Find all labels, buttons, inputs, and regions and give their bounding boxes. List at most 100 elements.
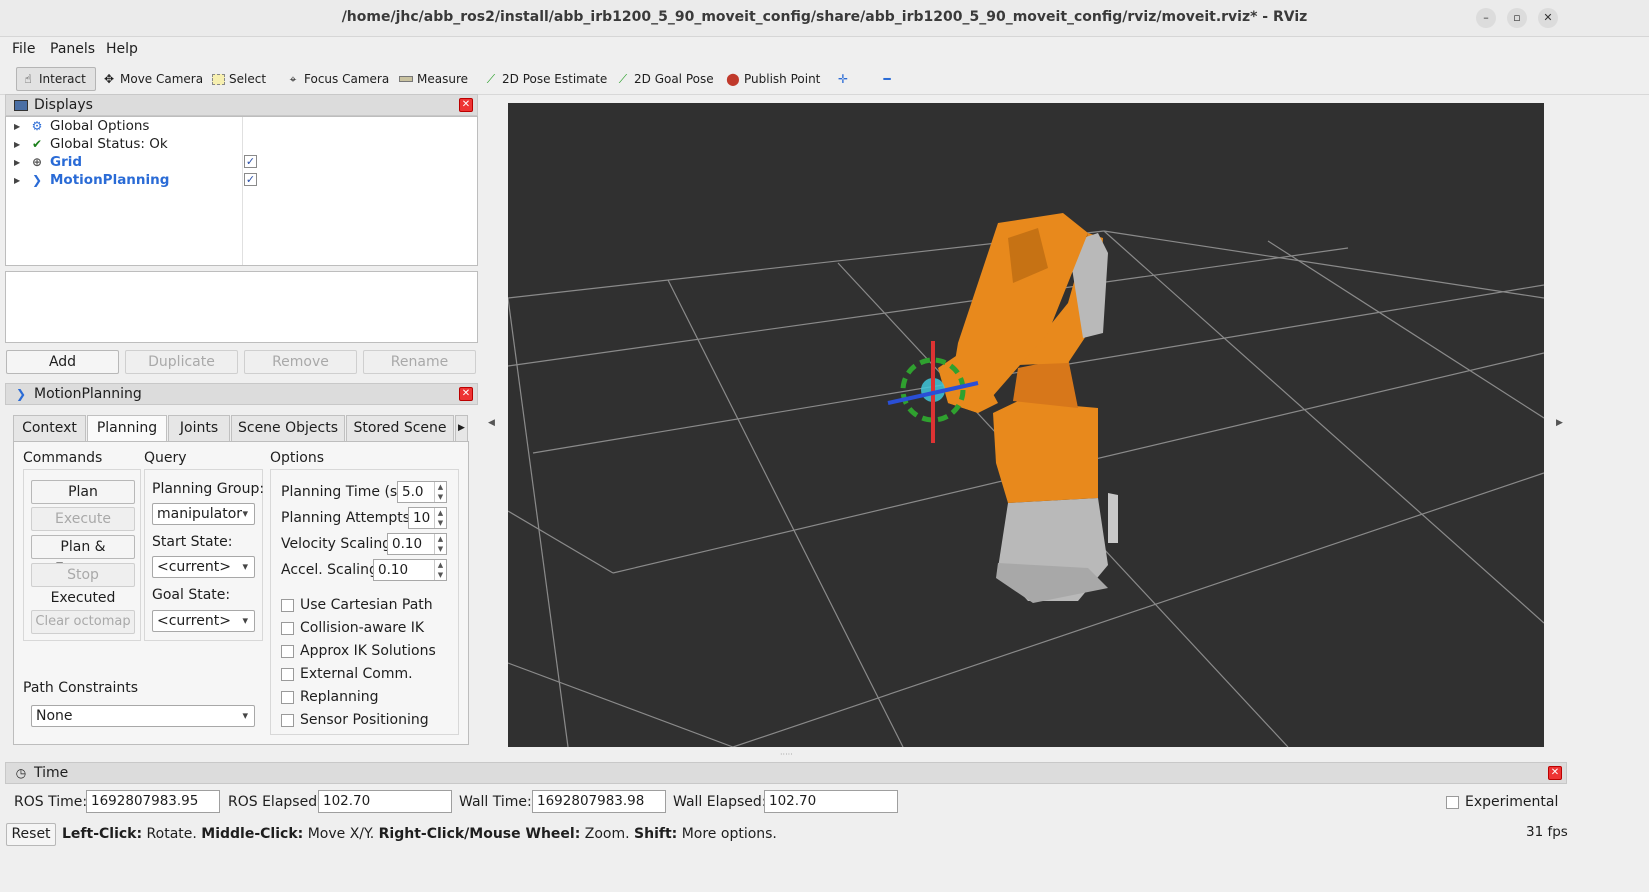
duplicate-display-button[interactable]: Duplicate [125,350,238,374]
maximize-button[interactable]: ▫ [1507,8,1527,28]
menu-file[interactable]: File [12,41,35,57]
spin-arrows-icon[interactable]: ▲ ▼ [434,482,446,502]
displays-panel-header: Displays ✕ [5,94,478,116]
checkbox-box[interactable] [1446,795,1459,809]
expand-arrow-icon[interactable]: ▶ [14,140,24,149]
wall-elapsed-label: Wall Elapsed: [673,794,767,810]
use-cartesian-path-checkbox[interactable]: Use Cartesian Path [281,596,433,614]
plan-execute-button[interactable]: Plan & Execute [31,535,135,577]
select-tool[interactable]: Select [208,67,270,91]
spin-arrows-icon[interactable]: ▲ ▼ [434,534,446,554]
wall-time-field[interactable]: 1692807983.98 [532,790,666,813]
planning-time-label: Planning Time (s): [281,484,408,500]
fps-counter: 31 fps [1526,824,1568,840]
tree-item-label: Grid [50,154,83,170]
menu-help[interactable]: Help [106,41,138,57]
checkbox-box[interactable] [281,690,294,704]
remove-tool-button[interactable]: ━ [876,67,898,91]
close-displays-icon[interactable]: ✕ [459,98,473,112]
move-camera-label: Move Camera [120,72,204,86]
tree-item-motionplanning[interactable]: ▶ ❯ MotionPlanning [14,171,169,189]
wall-elapsed-field[interactable]: 102.70 [764,790,898,813]
start-state-label: Start State: [152,534,233,550]
check-icon: ✔ [31,137,43,151]
tab-joints[interactable]: Joints [168,415,230,441]
checkbox-label: Use Cartesian Path [300,597,433,613]
tab-stored-scenes[interactable]: Stored Scene [346,415,454,441]
moveit-icon: ❯ [31,173,43,187]
plus-icon: ✛ [837,72,849,86]
tree-item-grid[interactable]: ▶ ⊕ Grid [14,153,82,171]
tree-item-global-status[interactable]: ▶ ✔ Global Status: Ok [14,135,168,153]
checkbox-box[interactable] [281,667,294,681]
path-constraints-select[interactable]: None [31,705,255,727]
start-state-select[interactable]: <current> [152,556,255,578]
stop-button[interactable]: Stop [31,563,135,587]
velocity-scaling-spinbox[interactable]: 0.10 ▲ ▼ [387,533,447,555]
hint-shift-key: Shift: [634,826,678,842]
sensor-positioning-checkbox[interactable]: Sensor Positioning [281,711,429,729]
add-tool-button[interactable]: ✛ [832,67,854,91]
menu-panels[interactable]: Panels [50,41,95,57]
close-motionplanning-icon[interactable]: ✕ [459,387,473,401]
planning-group-select[interactable]: manipulator [152,503,255,525]
planning-attempts-spinbox[interactable]: 10 ▲ ▼ [408,507,447,529]
accel-scaling-spinbox[interactable]: 0.10 ▲ ▼ [373,559,447,581]
plan-button[interactable]: Plan [31,480,135,504]
close-button[interactable]: ✕ [1538,8,1558,28]
chevron-right-icon: ▶ [458,423,465,433]
tree-item-label: Global Options [50,118,150,134]
remove-display-button[interactable]: Remove [244,350,357,374]
collision-aware-ik-checkbox[interactable]: Collision-aware IK [281,619,424,637]
checkbox-box[interactable] [281,644,294,658]
approx-ik-checkbox[interactable]: Approx IK Solutions [281,642,436,660]
tab-scene-objects[interactable]: Scene Objects [231,415,345,441]
expand-arrow-icon[interactable]: ▶ [14,176,24,185]
tree-item-global-options[interactable]: ▶ ⚙ Global Options [14,117,149,135]
splitter-handle[interactable]: ····· [780,750,793,759]
spin-arrows-icon[interactable]: ▲ ▼ [434,560,446,580]
ros-time-field[interactable]: 1692807983.95 [86,790,220,813]
checkbox-label: Replanning [300,689,379,705]
measure-label: Measure [417,72,468,86]
focus-camera-tool[interactable]: ⌖ Focus Camera [282,67,393,91]
collapse-right-icon[interactable]: ▶ [1556,418,1563,428]
external-comm-checkbox[interactable]: External Comm. [281,665,413,683]
add-display-button[interactable]: Add [6,350,119,374]
checkbox-box[interactable] [281,713,294,727]
tab-planning[interactable]: Planning [87,415,167,442]
move-camera-tool[interactable]: ✥ Move Camera [98,67,207,91]
ros-elapsed-field[interactable]: 102.70 [318,790,452,813]
ros-time-label: ROS Time: [14,794,88,810]
grid-enabled-checkbox[interactable]: ✓ [244,155,257,168]
2d-goal-pose-tool[interactable]: ⟋ 2D Goal Pose [612,67,718,91]
planning-time-value: 5.0 [402,484,424,500]
measure-tool[interactable]: Measure [395,67,472,91]
2d-pose-estimate-tool[interactable]: ⟋ 2D Pose Estimate [480,67,611,91]
reset-button[interactable]: Reset [6,823,56,846]
checkbox-box[interactable] [281,598,294,612]
tab-scroll-right[interactable]: ▶ [455,415,468,441]
replanning-checkbox[interactable]: Replanning [281,688,378,706]
planning-time-spinbox[interactable]: 5.0 ▲ ▼ [397,481,447,503]
interact-tool[interactable]: ☝ Interact [16,67,96,91]
tab-context[interactable]: Context [13,415,86,441]
map-pin-icon: ⬤ [726,72,740,86]
experimental-checkbox[interactable]: Experimental [1446,794,1558,810]
close-time-icon[interactable]: ✕ [1548,766,1562,780]
collapse-left-icon[interactable]: ◀ [488,418,495,428]
spin-arrows-icon[interactable]: ▲ ▼ [434,508,446,528]
motionplanning-enabled-checkbox[interactable]: ✓ [244,173,257,186]
expand-arrow-icon[interactable]: ▶ [14,122,24,131]
expand-arrow-icon[interactable]: ▶ [14,158,24,167]
gear-icon: ⚙ [31,119,43,133]
rename-display-button[interactable]: Rename [363,350,476,374]
publish-point-tool[interactable]: ⬤ Publish Point [722,67,824,91]
checkbox-box[interactable] [281,621,294,635]
goal-state-select[interactable]: <current> [152,610,255,632]
clear-octomap-button[interactable]: Clear octomap [31,610,135,634]
options-title: Options [270,450,325,466]
3d-viewport[interactable] [508,103,1544,747]
minimize-button[interactable]: – [1476,8,1496,28]
execute-button[interactable]: Execute [31,507,135,531]
